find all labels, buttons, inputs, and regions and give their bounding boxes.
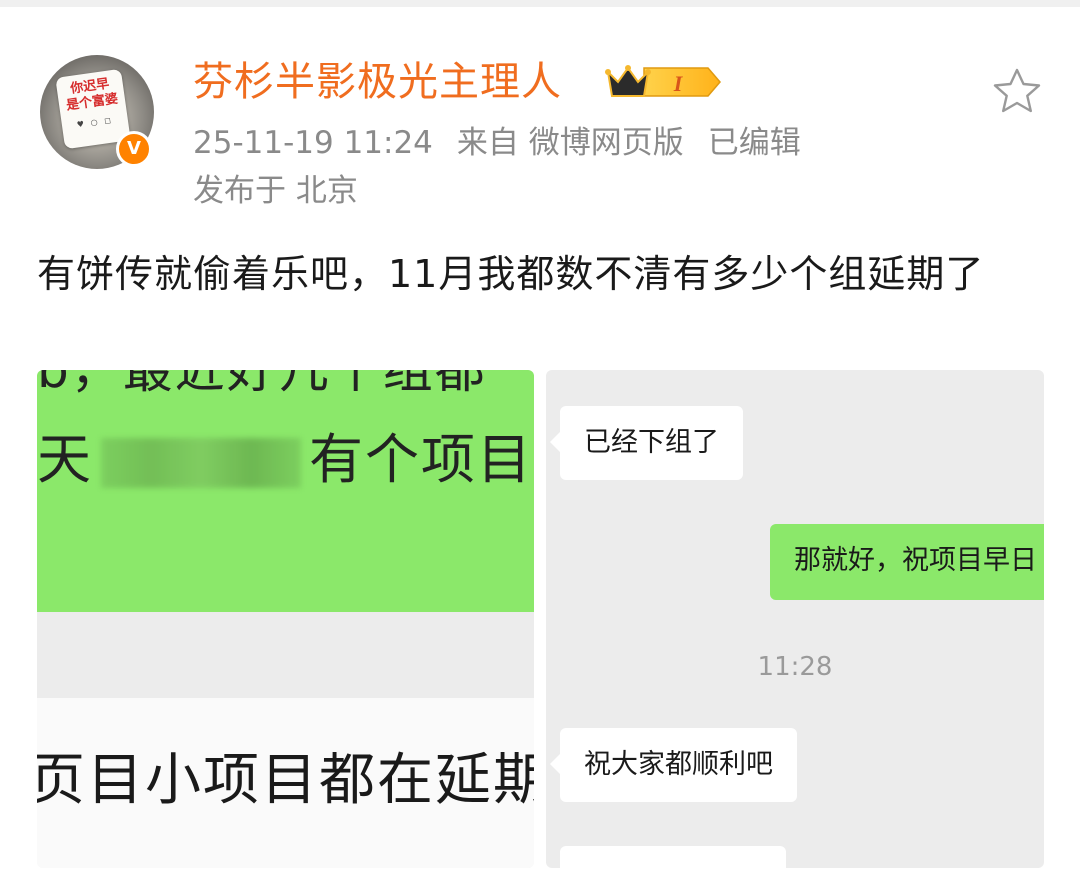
chat-bubble-received-1: 已经下组了	[550, 406, 743, 480]
image-text-line1: b，最近好几个组都	[37, 370, 487, 399]
chat-gray-band	[37, 612, 534, 698]
post-image-left[interactable]: b，最近好几个组都 天 有个项目也 页目小项目都在延期	[37, 370, 534, 868]
vip-crown-icon[interactable]: I	[604, 62, 722, 102]
post-timestamp: 25-11-19 11:24	[193, 125, 433, 161]
chat-bubble-received-2: 祝大家都顺利吧	[550, 728, 797, 802]
image-text-line2: 天 有个项目也	[37, 428, 534, 492]
chat-bubble-sent: 那就好，祝项目早日	[770, 524, 1044, 600]
post-image-right[interactable]: 已经下组了 那就好，祝项目早日 11:28 祝大家都顺利吧	[546, 370, 1044, 868]
image-text-line3: 页目小项目都在延期	[37, 748, 534, 813]
edited-label[interactable]: 已编辑	[708, 125, 801, 161]
image-text-line2-start: 天	[37, 428, 93, 491]
image-text-line2-end: 有个项目也	[309, 428, 534, 491]
top-divider	[0, 0, 1080, 7]
star-icon[interactable]	[992, 67, 1042, 113]
vip-level: I	[673, 71, 684, 96]
chat-timestamp: 11:28	[757, 652, 833, 682]
chat-bubble-partial	[560, 846, 786, 868]
post-text: 有饼传就偷着乐吧，11月我都数不清有多少个组延期了	[37, 252, 985, 296]
avatar-card-icons: ♥ ○ ◻	[76, 115, 114, 130]
verified-icon: V	[116, 131, 152, 167]
post-source: 来自 微博网页版	[456, 125, 684, 161]
username[interactable]: 芬杉半影极光主理人	[193, 58, 562, 106]
blurred-name	[101, 438, 301, 489]
post-location: 发布于 北京	[193, 173, 358, 209]
avatar[interactable]: 你迟早 是个富婆 ♥ ○ ◻ V	[40, 55, 154, 169]
post-meta: 25-11-19 11:24 来自 微博网页版 已编辑	[193, 124, 801, 162]
